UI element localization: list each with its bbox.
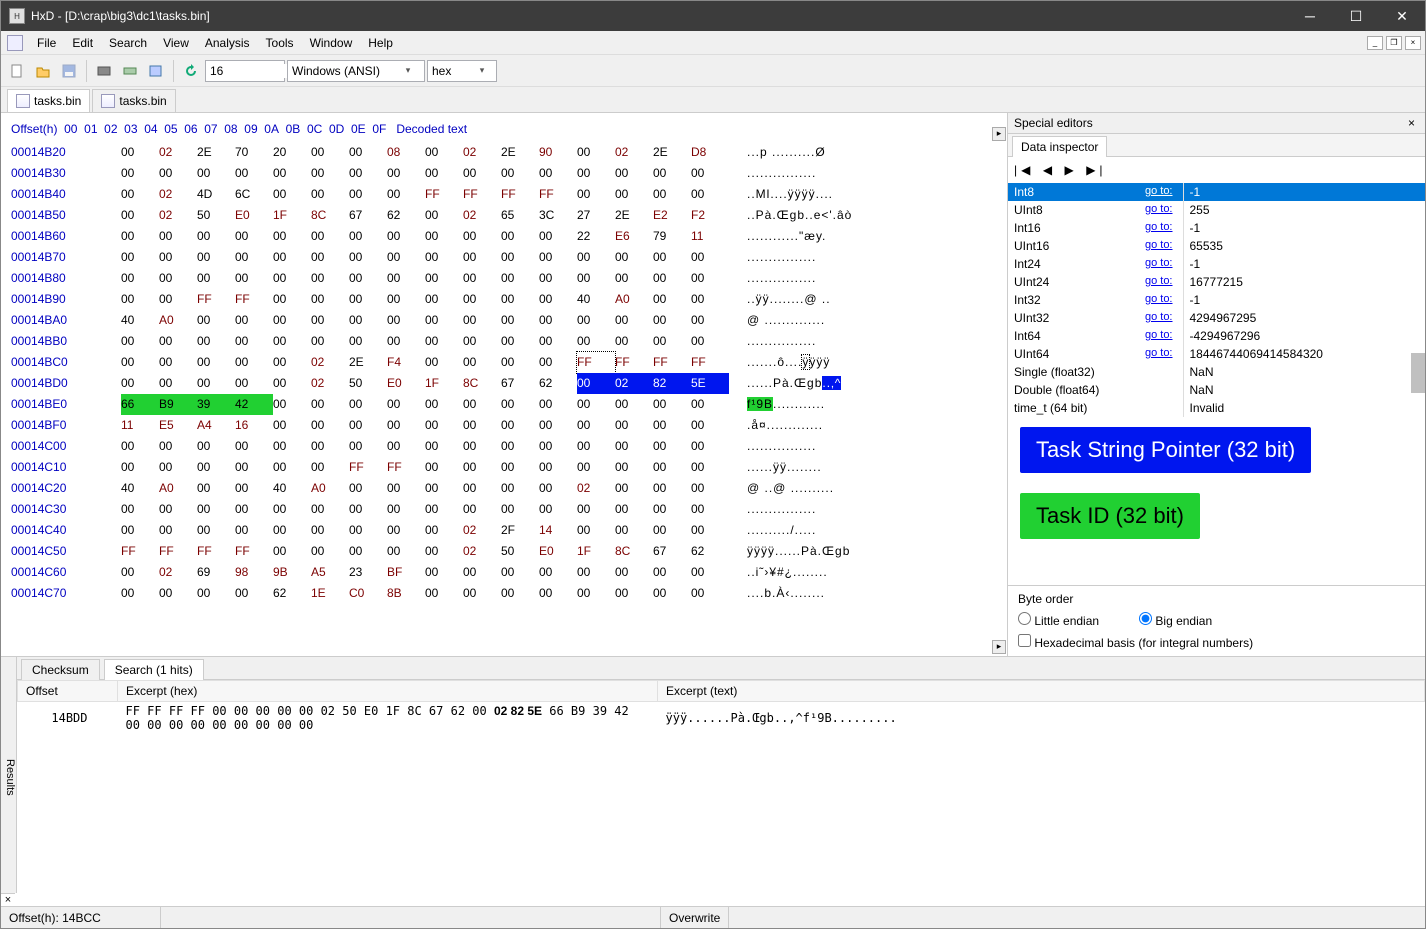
process-button[interactable]: [144, 59, 168, 83]
goto-link[interactable]: go to:: [1145, 221, 1177, 233]
goto-link[interactable]: go to:: [1145, 185, 1177, 197]
menu-search[interactable]: Search: [101, 33, 155, 53]
disk-button[interactable]: [92, 59, 116, 83]
inspector-row-int24[interactable]: Int24go to:-1: [1008, 255, 1425, 273]
refresh-button[interactable]: [179, 59, 203, 83]
base-input[interactable]: [430, 64, 474, 78]
search-results-grid[interactable]: Offset Excerpt (hex) Excerpt (text) 14BD…: [17, 680, 1425, 906]
inspector-row-time-t-64-bit-[interactable]: time_t (64 bit)Invalid: [1008, 399, 1425, 417]
col-excerpt-text[interactable]: Excerpt (text): [658, 681, 1425, 702]
ram-button[interactable]: [118, 59, 142, 83]
col-offset[interactable]: Offset: [18, 681, 118, 702]
new-button[interactable]: [5, 59, 29, 83]
file-icon: [101, 94, 115, 108]
tab-tasks-bin-1[interactable]: tasks.bin: [7, 89, 90, 112]
encoding-combo[interactable]: ▾: [287, 60, 425, 82]
titlebar: H HxD - [D:\crap\big3\dc1\tasks.bin] ─ ☐…: [1, 1, 1425, 31]
panel-collapse-button-2[interactable]: ▸: [992, 640, 1006, 654]
special-editors-panel: ▸ Special editors× Data inspector |◀ ◀ ▶…: [1007, 113, 1425, 656]
file-icon: [16, 94, 30, 108]
tab-data-inspector[interactable]: Data inspector: [1012, 136, 1107, 157]
close-button[interactable]: ✕: [1379, 1, 1425, 31]
bytes-per-row-combo[interactable]: ▾: [205, 60, 285, 82]
maximize-button[interactable]: ☐: [1333, 1, 1379, 31]
data-inspector-table: Int8go to:-1UInt8go to:255Int16go to:-1U…: [1008, 183, 1425, 417]
hex-header: Offset(h) 00 01 02 03 04 05 06 07 08 09 …: [11, 119, 997, 140]
menu-help[interactable]: Help: [360, 33, 401, 53]
prev-button[interactable]: ◀: [1043, 163, 1056, 177]
panel-collapse-button[interactable]: ▸: [992, 127, 1006, 141]
goto-link[interactable]: go to:: [1145, 293, 1177, 305]
window-title: HxD - [D:\crap\big3\dc1\tasks.bin]: [31, 9, 1287, 23]
menu-edit[interactable]: Edit: [64, 33, 101, 53]
mdi-restore-button[interactable]: ❐: [1386, 36, 1402, 50]
inspector-row-uint24[interactable]: UInt24go to:16777215: [1008, 273, 1425, 291]
chevron-down-icon[interactable]: ▾: [474, 65, 490, 76]
panel-close-button[interactable]: ×: [1404, 116, 1419, 130]
inspector-row-int64[interactable]: Int64go to:-4294967296: [1008, 327, 1425, 345]
radio-big-endian[interactable]: Big endian: [1139, 612, 1212, 628]
status-mode: Overwrite: [661, 907, 729, 928]
tab-tasks-bin-2[interactable]: tasks.bin: [92, 89, 175, 112]
goto-link[interactable]: go to:: [1145, 347, 1177, 359]
search-result-row[interactable]: 14BDD FF FF FF FF 00 00 00 00 00 02 50 E…: [18, 702, 1425, 735]
goto-link[interactable]: go to:: [1145, 203, 1177, 215]
goto-link[interactable]: go to:: [1145, 239, 1177, 251]
results-sidebar-label[interactable]: Results: [1, 657, 17, 893]
menu-file[interactable]: File: [29, 33, 64, 53]
menu-analysis[interactable]: Analysis: [197, 33, 258, 53]
document-tabs: tasks.bin tasks.bin: [1, 87, 1425, 113]
menu-tools[interactable]: Tools: [258, 33, 302, 53]
checkbox-hex-basis[interactable]: Hexadecimal basis (for integral numbers): [1018, 634, 1415, 650]
save-button[interactable]: [57, 59, 81, 83]
minimize-button[interactable]: ─: [1287, 1, 1333, 31]
menu-view[interactable]: View: [155, 33, 197, 53]
inspector-row-int32[interactable]: Int32go to:-1: [1008, 291, 1425, 309]
last-button[interactable]: ▶|: [1086, 163, 1106, 177]
goto-link[interactable]: go to:: [1145, 311, 1177, 323]
panel-title: Special editors: [1014, 116, 1093, 130]
goto-link[interactable]: go to:: [1145, 329, 1177, 341]
inspector-row-int16[interactable]: Int16go to:-1: [1008, 219, 1425, 237]
first-button[interactable]: |◀: [1014, 163, 1034, 177]
col-excerpt-hex[interactable]: Excerpt (hex): [118, 681, 658, 702]
radio-little-endian[interactable]: Little endian: [1018, 612, 1099, 628]
inspector-row-single-float32-[interactable]: Single (float32)NaN: [1008, 363, 1425, 381]
next-button[interactable]: ▶: [1065, 163, 1078, 177]
annotation-task-string-pointer: Task String Pointer (32 bit): [1020, 427, 1311, 473]
encoding-input[interactable]: [290, 64, 400, 78]
mdi-close-button[interactable]: ×: [1405, 36, 1421, 50]
menu-window[interactable]: Window: [302, 33, 361, 53]
inspector-row-double-float64-[interactable]: Double (float64)NaN: [1008, 381, 1425, 399]
hex-editor[interactable]: Offset(h) 00 01 02 03 04 05 06 07 08 09 …: [1, 113, 1007, 656]
byte-order-label: Byte order: [1018, 592, 1415, 606]
menubar: FileEditSearchViewAnalysisToolsWindowHel…: [1, 31, 1425, 55]
doc-icon: [7, 35, 23, 51]
annotation-task-id: Task ID (32 bit): [1020, 493, 1200, 539]
tab-checksum[interactable]: Checksum: [21, 659, 100, 680]
mdi-min-button[interactable]: _: [1367, 36, 1383, 50]
inspector-row-uint32[interactable]: UInt32go to:4294967295: [1008, 309, 1425, 327]
app-icon: H: [9, 8, 25, 24]
status-offset: Offset(h): 14BCC: [1, 907, 161, 928]
open-button[interactable]: [31, 59, 55, 83]
inspector-row-uint64[interactable]: UInt64go to:18446744069414584320: [1008, 345, 1425, 363]
scrollbar-thumb[interactable]: [1411, 353, 1425, 393]
inspector-nav: |◀ ◀ ▶ ▶|: [1008, 157, 1425, 183]
tab-search[interactable]: Search (1 hits): [104, 659, 204, 680]
inspector-row-int8[interactable]: Int8go to:-1: [1008, 183, 1425, 201]
base-combo[interactable]: ▾: [427, 60, 497, 82]
chevron-down-icon[interactable]: ▾: [400, 65, 416, 76]
status-bar: Offset(h): 14BCC Overwrite: [1, 906, 1425, 928]
goto-link[interactable]: go to:: [1145, 257, 1177, 269]
toolbar: ▾ ▾ ▾: [1, 55, 1425, 87]
inspector-row-uint16[interactable]: UInt16go to:65535: [1008, 237, 1425, 255]
inspector-row-uint8[interactable]: UInt8go to:255: [1008, 201, 1425, 219]
goto-link[interactable]: go to:: [1145, 275, 1177, 287]
results-close-button[interactable]: ×: [1, 893, 15, 906]
